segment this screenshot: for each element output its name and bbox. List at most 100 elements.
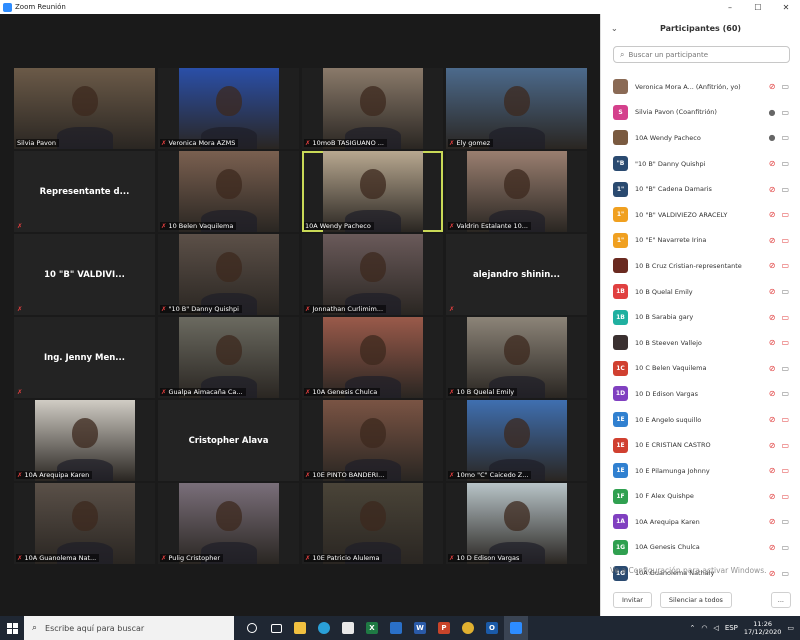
- participant-avatar: [613, 79, 628, 95]
- mail-icon[interactable]: [384, 616, 408, 640]
- video-tile[interactable]: ✗ 10E PINTO BANDERI...: [302, 400, 443, 481]
- system-tray: ⌃ ◠ ◁ ESP 11:26 17/12/2020 ▭: [689, 620, 800, 636]
- participant-video: [34, 400, 135, 481]
- participant-name: 10A Arequipa Karen: [635, 517, 700, 526]
- person-silhouette: [215, 85, 242, 116]
- mute-all-button[interactable]: Silenciar a todos: [659, 592, 732, 608]
- participant-search[interactable]: ⌕: [613, 46, 790, 63]
- participant-row[interactable]: 10 B Cruz Cristian-representante ⊘ ▭: [601, 253, 800, 279]
- video-tile[interactable]: Representante d... ✗: [14, 151, 155, 232]
- person-silhouette: [359, 168, 386, 199]
- file-explorer-icon[interactable]: [288, 616, 312, 640]
- video-tile[interactable]: ✗ Veronica Mora AZMS: [158, 68, 299, 149]
- participant-video: [322, 400, 423, 481]
- more-button[interactable]: ...: [770, 592, 791, 608]
- language-indicator[interactable]: ESP: [725, 624, 738, 632]
- powerpoint-icon[interactable]: P: [432, 616, 456, 640]
- participant-search-input[interactable]: [628, 50, 779, 59]
- mic-muted-icon: ⊘: [768, 312, 776, 322]
- video-tile[interactable]: ✗ 10A Genesis Chulca: [302, 317, 443, 398]
- video-tile[interactable]: 10A Wendy Pacheco: [302, 151, 443, 232]
- video-tile[interactable]: ✗ 10A Arequipa Karen: [14, 400, 155, 481]
- taskbar-search[interactable]: ⌕ Escribe aquí para buscar: [24, 616, 234, 640]
- video-tile[interactable]: ✗ Jonnathan Curlimim...: [302, 234, 443, 315]
- participant-row[interactable]: 1B 10 B Quelal Emily ⊘ ▭: [601, 279, 800, 305]
- tile-name-text: Jonnathan Curlimim...: [312, 305, 384, 313]
- participant-row[interactable]: 1" 10 "B" Cadena Damaris ⊘ ▭: [601, 176, 800, 202]
- task-view-icon[interactable]: [240, 616, 264, 640]
- participant-row[interactable]: 1E 10 E Pilamunga Johnny ⊘ ▭: [601, 458, 800, 484]
- participant-row[interactable]: 1E 10 E CRISTIAN CASTRO ⊘ ▭: [601, 432, 800, 458]
- chrome-icon[interactable]: [456, 616, 480, 640]
- video-tile[interactable]: ✗ 10 B Quelal Emily: [446, 317, 587, 398]
- participant-name: 10 B Steeven Vallejo: [635, 338, 702, 347]
- participant-row[interactable]: 1F 10 F Alex Quishpe ⊘ ▭: [601, 484, 800, 510]
- wifi-icon[interactable]: ◠: [701, 624, 707, 632]
- participant-row[interactable]: 1B 10 B Sarabia gary ⊘ ▭: [601, 304, 800, 330]
- task-switch-icon[interactable]: [264, 616, 288, 640]
- chevron-down-icon[interactable]: ⌄: [611, 24, 618, 33]
- video-tile[interactable]: Silvia Pavon: [14, 68, 155, 149]
- close-button[interactable]: ✕: [772, 0, 800, 14]
- participant-row[interactable]: "B "10 B" Danny Quishpi ⊘ ▭: [601, 151, 800, 177]
- video-tile[interactable]: alejandro shinin... ✗: [446, 234, 587, 315]
- participant-row[interactable]: 1D 10 D Edison Vargas ⊘ ▭: [601, 381, 800, 407]
- participant-video: [178, 317, 279, 398]
- participant-avatar: 1": [613, 181, 628, 197]
- chevron-up-icon[interactable]: ⌃: [689, 624, 695, 632]
- maximize-button[interactable]: ☐: [744, 0, 772, 14]
- notification-icon[interactable]: ▭: [787, 624, 794, 632]
- camera-off-icon: ▭: [781, 235, 789, 245]
- tile-name-text: 10mo "C" Caicedo Z...: [456, 471, 529, 479]
- clock[interactable]: 11:26 17/12/2020: [744, 620, 781, 636]
- video-tile[interactable]: ✗ 10E Patricio Alulema: [302, 483, 443, 564]
- word-icon[interactable]: W: [408, 616, 432, 640]
- invite-button[interactable]: Invitar: [613, 592, 652, 608]
- edge-icon[interactable]: [312, 616, 336, 640]
- video-tile[interactable]: Ing. Jenny Men... ✗: [14, 317, 155, 398]
- zoom-taskbar-icon[interactable]: [504, 616, 528, 640]
- person-silhouette: [215, 168, 242, 199]
- participant-row[interactable]: 1G 10A Genesis Chulca ⊘ ▭: [601, 535, 800, 561]
- panel-header: ⌄ Participantes (60): [601, 14, 800, 42]
- video-tile[interactable]: ✗ "10 B" Danny Quishpi: [158, 234, 299, 315]
- excel-icon[interactable]: X: [360, 616, 384, 640]
- mic-muted-icon: ⊘: [768, 363, 776, 373]
- window-title: Zoom Reunión: [15, 3, 66, 11]
- participant-row[interactable]: 1E 10 E Angelo suquillo ⊘ ▭: [601, 407, 800, 433]
- video-tile[interactable]: ✗ 10 D Edison Vargas: [446, 483, 587, 564]
- store-icon[interactable]: [336, 616, 360, 640]
- windows-activation-watermark: Ve a Configuración para activar Windows.: [610, 566, 767, 575]
- volume-icon[interactable]: ◁: [713, 624, 718, 632]
- start-button[interactable]: [0, 616, 24, 640]
- video-tile[interactable]: ✗ 10 Belen Vaquilema: [158, 151, 299, 232]
- video-tile[interactable]: ✗ Ely gomez: [446, 68, 587, 149]
- participant-row[interactable]: S Silvia Pavon (Coanfitrión) ● ▭: [601, 100, 800, 126]
- video-tile[interactable]: 10 "B" VALDIVI... ✗: [14, 234, 155, 315]
- tile-name-text: Veronica Mora AZMS: [168, 139, 236, 147]
- mic-muted-icon: ⊘: [768, 440, 776, 450]
- minimize-button[interactable]: –: [716, 0, 744, 14]
- participant-row[interactable]: 1A 10A Arequipa Karen ⊘ ▭: [601, 509, 800, 535]
- participant-row[interactable]: 1" 10 "E" Navarrete Irina ⊘ ▭: [601, 228, 800, 254]
- participant-row[interactable]: 1C 10 C Belen Vaquilema ⊘ ▭: [601, 356, 800, 382]
- video-tile[interactable]: ✗ 10moB TASIGUANO ...: [302, 68, 443, 149]
- tile-name-label: ✗ 10E Patricio Alulema: [304, 554, 383, 562]
- participant-row[interactable]: 10 B Steeven Vallejo ⊘ ▭: [601, 330, 800, 356]
- camera-off-icon: ▭: [781, 440, 789, 450]
- participant-name: 10 B Cruz Cristian-representante: [635, 261, 742, 270]
- participant-row[interactable]: 10A Wendy Pacheco ● ▭: [601, 125, 800, 151]
- outlook-icon[interactable]: O: [480, 616, 504, 640]
- video-tile[interactable]: ✗ 10A Guanolema Nat...: [14, 483, 155, 564]
- tile-name-label: ✗ Jonnathan Curlimim...: [304, 305, 387, 313]
- video-tile[interactable]: ✗ Valdrin Estalante 10...: [446, 151, 587, 232]
- video-tile[interactable]: Cristopher Alava: [158, 400, 299, 481]
- participant-row[interactable]: 1" 10 "B" VALDIVIEZO ARACELY ⊘ ▭: [601, 202, 800, 228]
- video-tile[interactable]: ✗ Gualpa Aimacaña Ca...: [158, 317, 299, 398]
- video-tile[interactable]: ✗ 10mo "C" Caicedo Z...: [446, 400, 587, 481]
- video-tile[interactable]: ✗ Pulig Cristopher: [158, 483, 299, 564]
- camera-icon: ▭: [781, 107, 789, 117]
- participant-row[interactable]: Veronica Mora A... (Anfitrión, yo) ⊘ ▭: [601, 74, 800, 100]
- camera-icon: ▭: [781, 287, 789, 297]
- participant-avatar: 1F: [613, 488, 628, 504]
